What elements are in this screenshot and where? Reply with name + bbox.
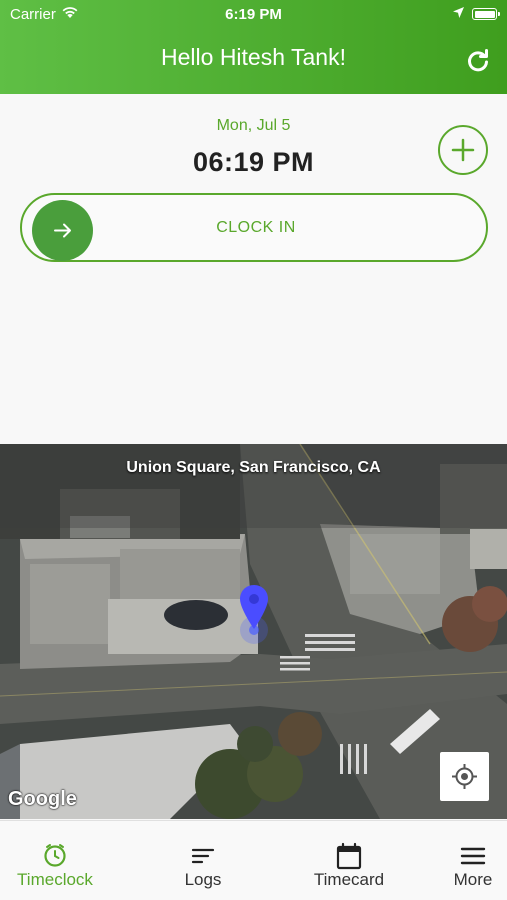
timeclock-icon (44, 844, 66, 867)
add-button[interactable] (438, 125, 488, 175)
refresh-icon[interactable] (464, 47, 492, 75)
tab-label-timeclock: Timeclock (17, 870, 93, 889)
calendar-icon (336, 842, 362, 870)
clock-in-slider[interactable]: CLOCK IN (20, 193, 488, 262)
battery-icon (472, 8, 500, 20)
my-location-button[interactable] (440, 752, 489, 801)
map-location-banner: Union Square, San Francisco, CA (0, 444, 507, 528)
tab-timeclock[interactable]: Timeclock (0, 821, 110, 900)
crosshair-icon (452, 764, 477, 789)
tab-bar: Timeclock Logs Timecard More (0, 820, 507, 900)
menu-icon (460, 847, 486, 865)
tab-label-logs: Logs (184, 870, 222, 889)
clock-in-label: CLOCK IN (216, 219, 296, 236)
current-date: Mon, Jul 5 (216, 117, 291, 134)
status-time: 6:19 PM (225, 6, 282, 23)
app-header: Carrier 6:19 PM Hello Hitesh Tank! (0, 0, 507, 94)
tab-label-more: More (453, 870, 493, 889)
greeting-title: Hello Hitesh Tank! (161, 44, 346, 70)
tab-logs[interactable]: Logs (148, 821, 258, 900)
map-location-label: Union Square, San Francisco, CA (126, 459, 381, 476)
tab-timecard[interactable]: Timecard (294, 821, 404, 900)
location-arrow-icon (452, 6, 465, 23)
tab-label-timecard: Timecard (313, 870, 385, 889)
map-view[interactable]: Union Square, San Francisco, CA Google (0, 444, 507, 819)
status-bar: Carrier 6:19 PM (0, 0, 507, 30)
map-pin-icon (240, 585, 268, 629)
google-logo: Google (8, 788, 77, 810)
plus-icon (451, 138, 475, 162)
logs-icon (191, 848, 215, 864)
current-time: 06:19 PM (192, 147, 315, 177)
tab-more[interactable]: More (418, 821, 507, 900)
